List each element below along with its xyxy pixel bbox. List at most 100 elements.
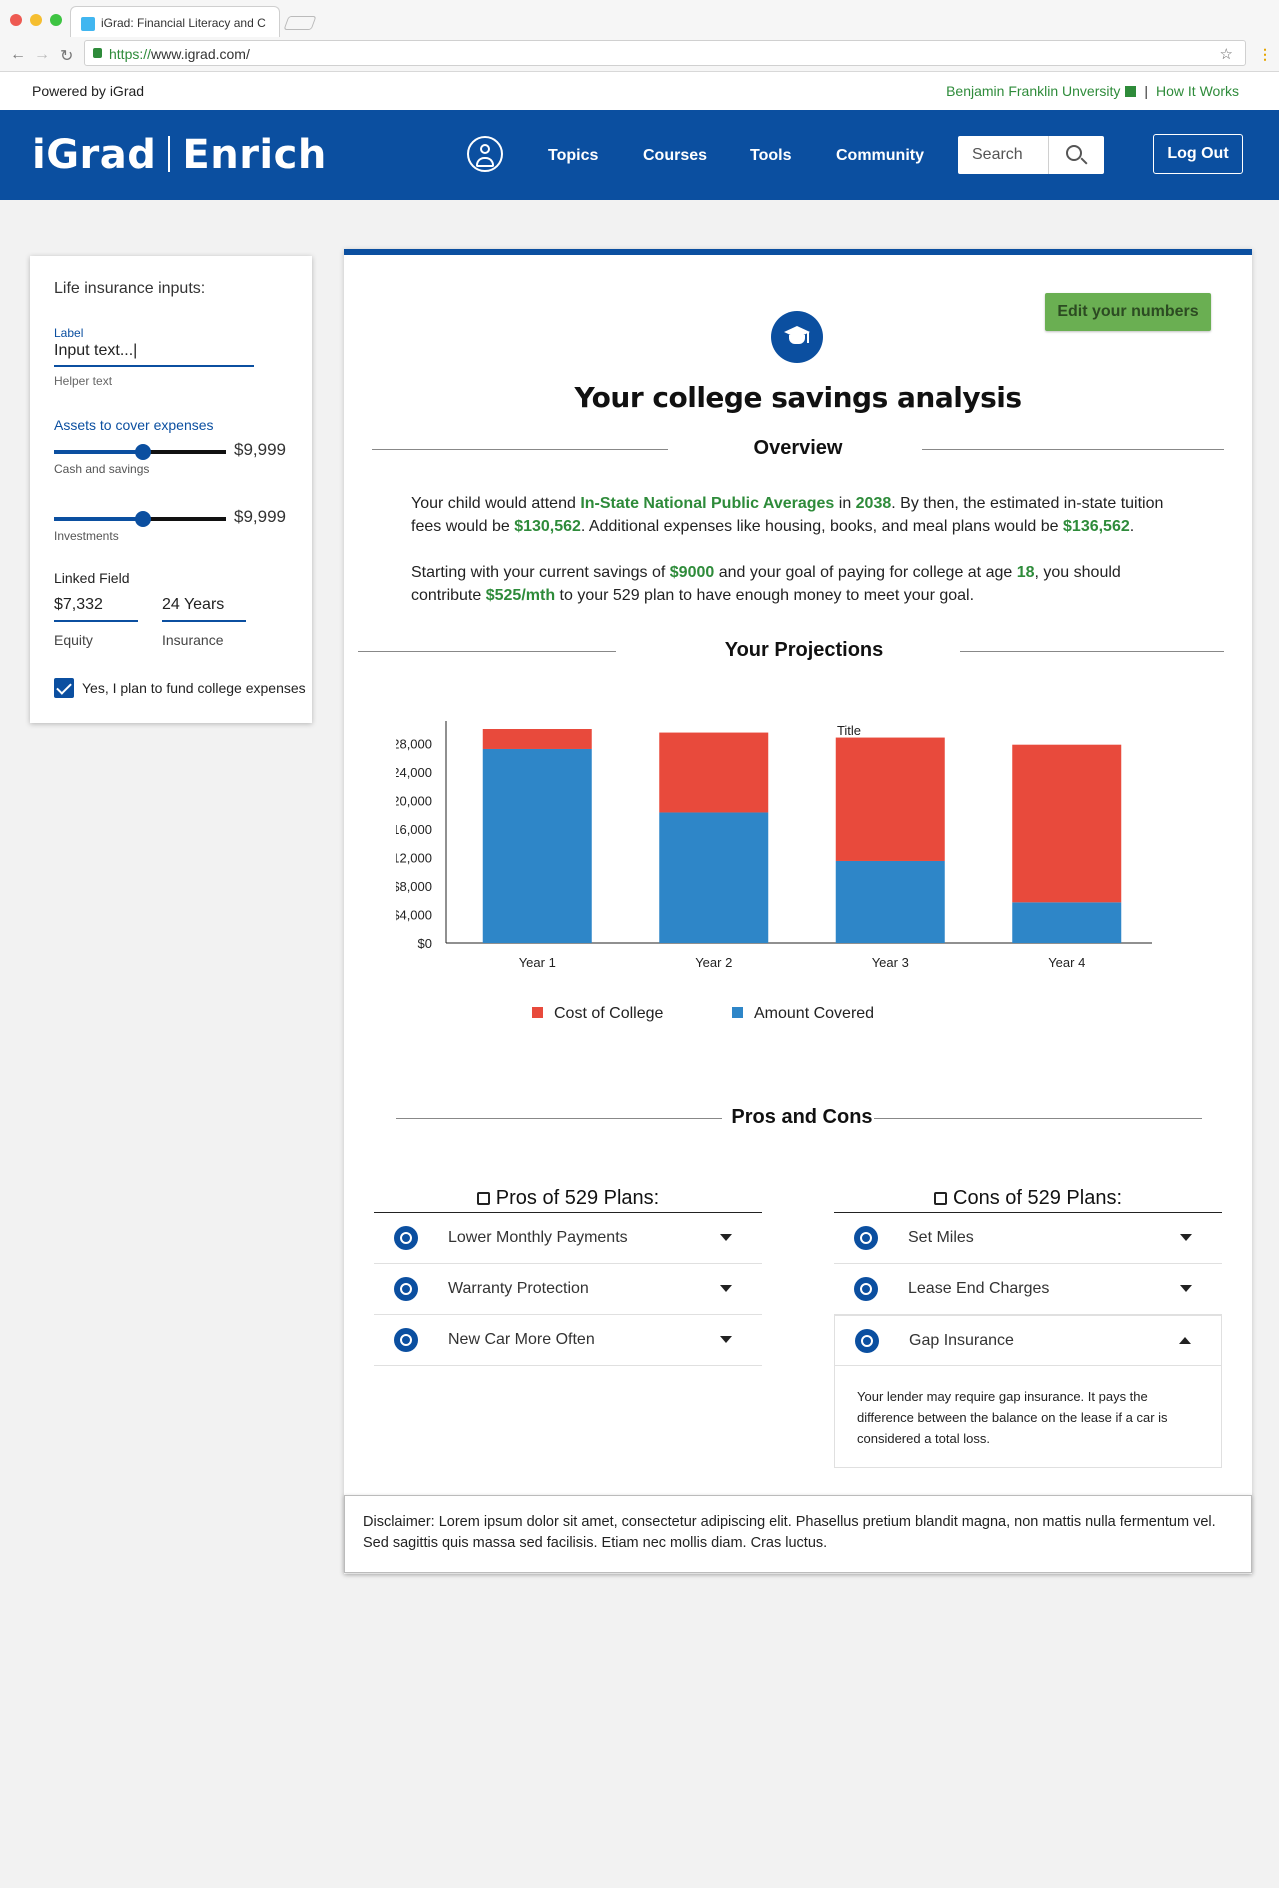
insurance-caption: Insurance [162,632,224,648]
pros-item-lower-payments[interactable]: Lower Monthly Payments [374,1213,762,1264]
y-tick-label: $28,000 [396,736,432,751]
powered-by-text: Powered by iGrad [32,83,145,99]
chevron-up-icon[interactable] [1179,1337,1191,1344]
speedometer-icon [854,1226,878,1250]
user-head-shape [480,144,490,154]
chevron-down-icon[interactable] [1180,1234,1192,1241]
search-input[interactable]: Search [958,136,1104,174]
nav-topics[interactable]: Topics [548,147,598,165]
p1-text-a: Your child would attend [411,495,581,512]
chevron-down-icon[interactable] [720,1285,732,1292]
browser-tab[interactable]: iGrad: Financial Literacy and C [70,6,280,37]
y-tick-label: $8,000 [396,879,432,894]
savings-value: $9000 [669,564,715,581]
divider [372,449,668,450]
university-link[interactable]: Benjamin Franklin Unversity [946,83,1120,99]
p2-text-d: to your 529 plan to have enough money to… [555,587,975,604]
investments-slider[interactable] [54,511,226,527]
cons-item-set-miles[interactable]: Set Miles [834,1213,1222,1264]
logout-button[interactable]: Log Out [1153,134,1243,174]
thumbs-up-icon [476,1192,490,1205]
address-bar[interactable]: https://www.igrad.com/ ☆ [84,40,1246,66]
y-tick-label: $12,000 [396,850,432,865]
forward-arrow-icon[interactable]: → [34,46,50,64]
pros-item-label: Lower Monthly Payments [448,1229,628,1246]
nav-courses[interactable]: Courses [643,147,707,165]
topbar-links: Benjamin Franklin Unversity | How It Works [946,83,1239,99]
nav-community[interactable]: Community [836,147,924,165]
external-link-icon [1125,86,1137,97]
igrad-enrich-logo[interactable]: iGrad Enrich [32,132,327,178]
shield-icon [394,1277,418,1301]
slider-handle[interactable] [135,444,151,460]
fund-college-label[interactable]: Yes, I plan to fund college expenses [82,680,306,696]
pros-item-new-car[interactable]: New Car More Often [374,1315,762,1366]
chevron-down-icon[interactable] [720,1234,732,1241]
chevron-down-icon[interactable] [1180,1285,1192,1292]
legend-swatch [732,1007,743,1018]
slider-fill [54,517,142,521]
back-arrow-icon[interactable]: ← [10,46,26,64]
expenses-value: $136,562 [1063,518,1130,535]
bar-segment [1012,902,1122,943]
pros-heading: Pros of 529 Plans: [374,1183,762,1213]
helper-text: Helper text [54,374,113,388]
search-icon[interactable] [1066,145,1082,161]
chevron-down-icon[interactable] [720,1336,732,1343]
cash-savings-value: $9,999 [234,440,286,459]
graduation-cap-icon [771,311,823,363]
bar-segment [1012,744,1122,903]
cons-heading: Cons of 529 Plans: [834,1183,1222,1213]
logo-igrad: iGrad [32,132,157,178]
bar-segment [659,732,769,813]
document-icon [855,1329,879,1353]
gap-insurance-detail: Your lender may require gap insurance. I… [834,1366,1222,1468]
p1-text-d: . Additional expenses like housing, book… [580,518,1064,535]
edit-numbers-button[interactable]: Edit your numbers [1045,293,1211,331]
how-it-works-link[interactable]: How It Works [1156,83,1239,99]
cap-base-shape [789,335,805,344]
cons-heading-text: Cons of 529 Plans: [953,1187,1122,1209]
slider-handle[interactable] [135,511,151,527]
url-host: www.igrad.com/ [151,46,250,62]
bar-segment [835,860,945,943]
y-tick-label: $4,000 [396,907,432,922]
p2-text-b: and your goal of paying for college at a… [714,564,1017,581]
contribution-value: $525/mth [485,587,556,604]
favicon-icon [81,17,95,31]
maximize-window-button[interactable] [50,14,62,26]
new-tab-button[interactable] [283,16,317,30]
divider [922,449,1224,450]
p2-text-a: Starting with your current savings of [411,564,670,581]
close-window-button[interactable] [10,14,22,26]
overview-paragraph-2: Starting with your current savings of $9… [411,561,1191,607]
investments-caption: Investments [54,529,119,543]
cons-item-gap-insurance[interactable]: Gap Insurance [834,1315,1222,1366]
insurance-field[interactable]: 24 Years [162,596,246,622]
slider-track [142,450,226,454]
minimize-window-button[interactable] [30,14,42,26]
cash-savings-slider[interactable] [54,444,226,460]
browser-menu-icon[interactable]: ⋮ [1258,46,1272,63]
y-tick-label: $24,000 [396,765,432,780]
text-input[interactable]: Input text...| [54,342,254,367]
cash-savings-caption: Cash and savings [54,462,150,476]
logo-divider [168,136,171,172]
lock-icon [93,48,102,58]
field-label: Label [54,326,84,340]
tab-title: iGrad: Financial Literacy and C [101,16,266,30]
equity-field[interactable]: $7,332 [54,596,138,622]
chart-title: Title [837,723,861,738]
y-tick-label: $20,000 [396,793,432,808]
cons-item-lease-end[interactable]: Lease End Charges [834,1264,1222,1315]
pros-item-warranty[interactable]: Warranty Protection [374,1264,762,1315]
fund-college-checkbox[interactable] [54,678,74,698]
pros-heading-text: Pros of 529 Plans: [495,1187,660,1209]
user-account-icon[interactable] [467,136,503,172]
thumbs-down-icon [934,1192,947,1205]
bookmark-star-icon[interactable]: ☆ [1220,45,1233,63]
reload-icon[interactable]: ↻ [60,46,73,66]
y-tick-label: $16,000 [396,822,432,837]
link-separator: | [1144,83,1149,99]
nav-tools[interactable]: Tools [750,147,791,165]
